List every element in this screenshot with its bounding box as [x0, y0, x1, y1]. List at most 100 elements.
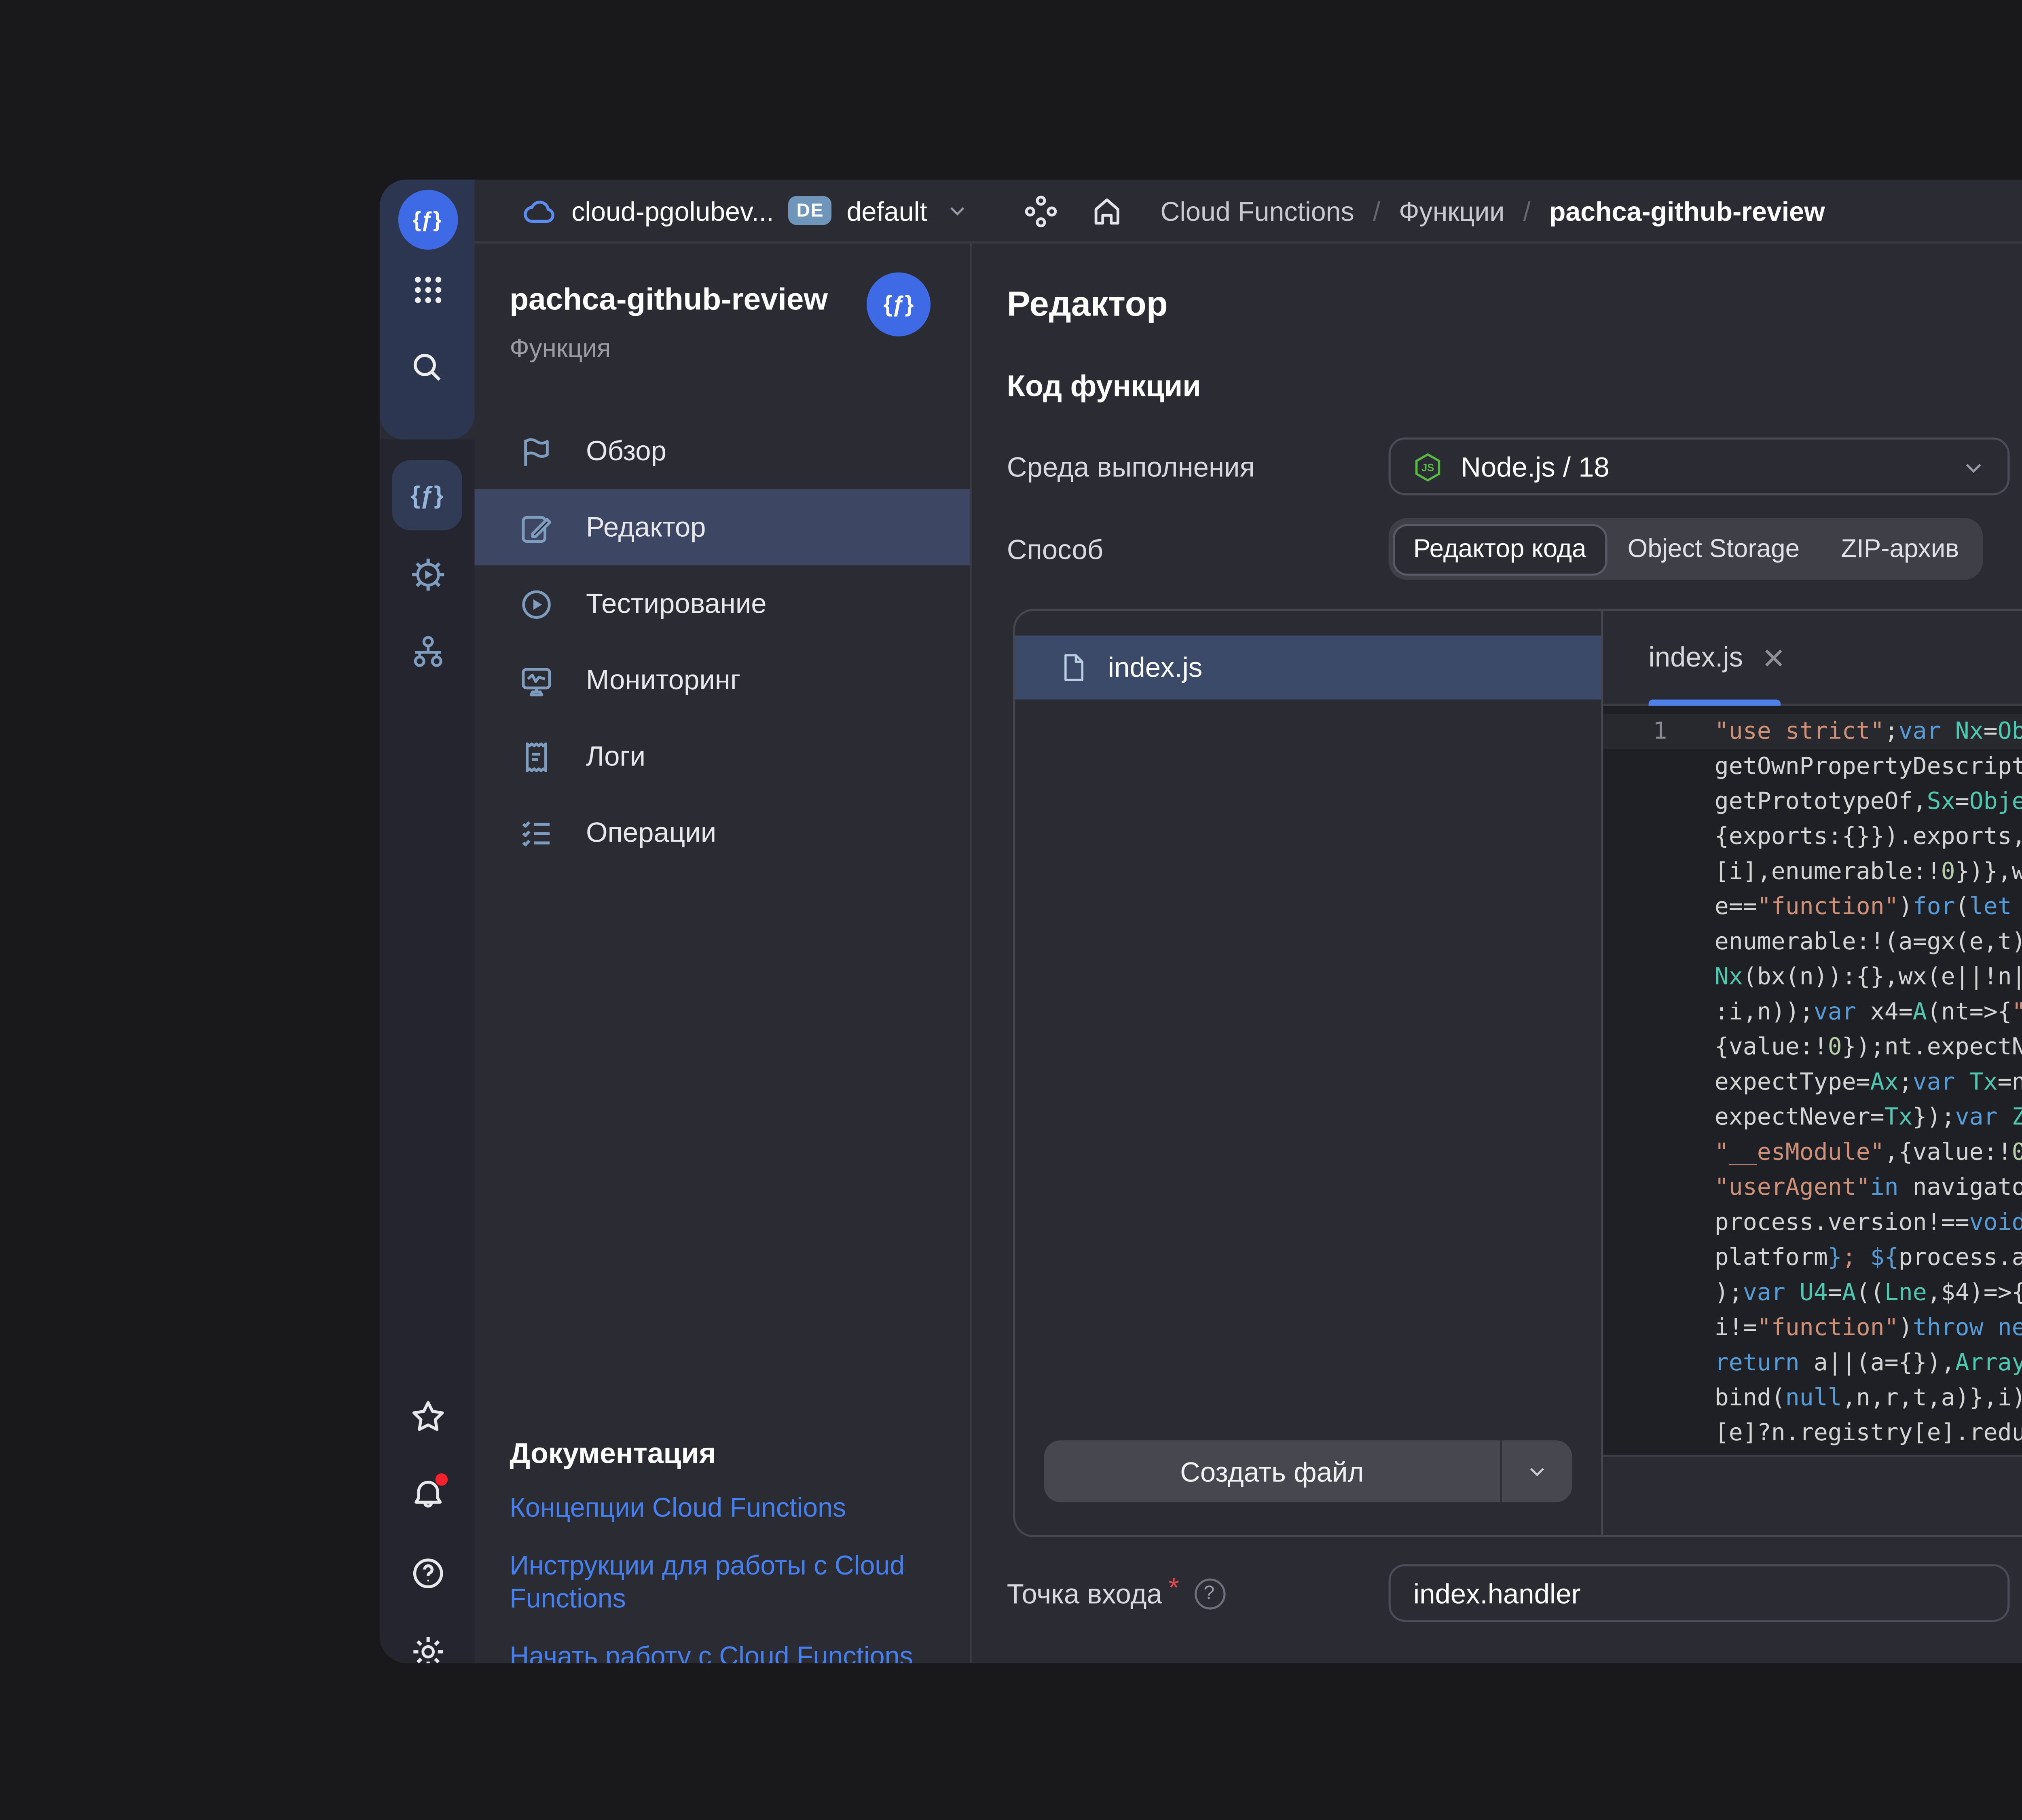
- breadcrumb-item[interactable]: pachca-github-review: [1549, 195, 1825, 226]
- chevron-down-icon: [946, 198, 971, 223]
- monitor-icon: [518, 661, 555, 698]
- sidebar-item-monitoring[interactable]: Мониторинг: [474, 642, 969, 718]
- line-number: [1603, 784, 1715, 819]
- code-panel: index.js Создать файл index.js: [1013, 609, 2022, 1537]
- home-icon[interactable]: [1090, 193, 1125, 228]
- entrypoint-help-icon[interactable]: ?: [1194, 1579, 1225, 1610]
- gear-play-icon: [408, 554, 447, 593]
- method-option[interactable]: Object Storage: [1607, 523, 1821, 575]
- nodejs-icon: JS: [1411, 449, 1445, 484]
- all-services-grid-icon[interactable]: [380, 250, 475, 328]
- flag-icon: [518, 432, 555, 470]
- folder-badge: DE: [788, 196, 832, 225]
- line-number: [1603, 1170, 1715, 1205]
- rail-item-serverless-containers[interactable]: [392, 539, 462, 609]
- code-line: e=="function")for(let t of yx(e))!Sx.cal…: [1603, 889, 2022, 925]
- line-number: [1603, 1310, 1715, 1346]
- receipt-icon: [518, 738, 555, 775]
- tab-label: index.js: [1649, 642, 1743, 673]
- file-icon: [1060, 652, 1087, 683]
- sidebar-item-label: Тестирование: [586, 588, 767, 619]
- entrypoint-label: Точка входа* ?: [1007, 1579, 1225, 1610]
- notifications-bell-icon[interactable]: [380, 1455, 475, 1533]
- code-line: process.version!==void 0?`Node.js/${proc…: [1603, 1205, 2022, 1240]
- line-number: 1: [1603, 714, 1715, 749]
- sidebar-item-operations[interactable]: Операции: [474, 794, 969, 871]
- required-mark: *: [1168, 1572, 1179, 1604]
- code-line: enumerable:!(a=gx(e,t))||a.enumerable});…: [1603, 925, 2022, 960]
- code-editor: index.js ✕ 1"use strict";var Nx=Object.c…: [1603, 611, 2022, 1535]
- line-number: [1603, 819, 1715, 855]
- checklist-icon: [518, 814, 555, 851]
- tab-indexjs[interactable]: index.js ✕: [1603, 611, 1815, 704]
- line-number: [1603, 1205, 1715, 1240]
- doc-link[interactable]: Начать работу с Cloud Functions: [510, 1640, 945, 1663]
- svg-text:JS: JS: [1421, 461, 1434, 473]
- line-number: [1603, 1100, 1715, 1135]
- doc-link[interactable]: Инструкции для работы с Cloud Functions: [510, 1549, 945, 1617]
- screen: cloud-pgolubev... DE default Cloud Funct…: [0, 0, 2022, 1820]
- line-number: [1603, 889, 1715, 925]
- settings-gear-icon[interactable]: [380, 1612, 475, 1663]
- sidebar-item-logs[interactable]: Логи: [474, 718, 969, 795]
- sidebar-item-testing[interactable]: Тестирование: [474, 565, 969, 642]
- line-number: [1603, 749, 1715, 784]
- line-number: [1603, 1030, 1715, 1065]
- sidebar-item-label: Операции: [586, 817, 716, 848]
- favorites-star-icon[interactable]: [380, 1376, 475, 1455]
- breadcrumb-item[interactable]: Функции: [1399, 195, 1504, 226]
- section-title: Код функции: [1007, 371, 1201, 404]
- code-line: platform}; ${process.arch})`:"<environme…: [1603, 1240, 2022, 1275]
- doc-link[interactable]: Концепции Cloud Functions: [510, 1492, 945, 1526]
- sidebar-item-overview[interactable]: Обзор: [474, 413, 969, 489]
- line-number: [1603, 959, 1715, 995]
- code-line: expectType=Ax;var Tx=n=>{throw new TypeE…: [1603, 1065, 2022, 1100]
- chevron-down-icon: [1960, 453, 1987, 480]
- code-line: bind(null,n,r,t,a)},i)():Promise.resolve…: [1603, 1380, 2022, 1416]
- play-icon: [518, 585, 555, 622]
- edit-icon: [518, 509, 555, 546]
- code-line: {exports:{}}).exports,e),e.exports),_x=(…: [1603, 819, 2022, 855]
- code-line: 1"use strict";var Nx=Object.create;var l…: [1603, 714, 2022, 749]
- runtime-label: Среда выполнения: [1007, 452, 1255, 483]
- file-item-indexjs[interactable]: index.js: [1015, 635, 1601, 699]
- close-icon[interactable]: ✕: [1762, 643, 1786, 671]
- method-option[interactable]: ZIP-архив: [1820, 523, 1980, 575]
- create-file-label[interactable]: Создать файл: [1044, 1456, 1500, 1487]
- function-panel: pachca-github-review Функция {ƒ} Обзор Ре…: [474, 243, 969, 1663]
- method-option[interactable]: Редактор кода: [1393, 523, 1607, 575]
- create-file-menu[interactable]: [1502, 1440, 1572, 1502]
- rail-item-functions[interactable]: {ƒ}: [392, 460, 462, 530]
- line-number: [1603, 1416, 1715, 1451]
- line-number: [1603, 995, 1715, 1030]
- runtime-select[interactable]: JS Node.js / 18: [1389, 438, 2010, 495]
- rail-item-workflows[interactable]: [392, 617, 462, 687]
- line-number: [1603, 1135, 1715, 1170]
- file-name: index.js: [1108, 652, 1203, 683]
- documentation-links: Концепции Cloud Functions Инструкции для …: [510, 1492, 945, 1663]
- function-type: Функция: [510, 334, 935, 363]
- sidebar-rail: {ƒ}: [380, 440, 475, 1663]
- line-number: [1603, 1380, 1715, 1416]
- code-line: return a||(a={}),Array.isArray(e)?e.reve…: [1603, 1346, 2022, 1381]
- cloud-icon: [522, 195, 557, 226]
- services-icon[interactable]: [1024, 193, 1060, 228]
- entrypoint-input[interactable]: [1389, 1564, 2010, 1622]
- sidebar-rail-top: {ƒ}: [380, 180, 475, 440]
- line-number: [1603, 1065, 1715, 1100]
- code-line: getOwnPropertyDescriptor;var yx=Object.g…: [1603, 749, 2022, 784]
- help-icon[interactable]: [380, 1533, 475, 1612]
- documentation-title: Документация: [510, 1436, 945, 1469]
- function-header: pachca-github-review Функция {ƒ}: [474, 243, 969, 363]
- code-area[interactable]: 1"use strict";var Nx=Object.create;var l…: [1603, 706, 2022, 1455]
- search-icon[interactable]: [380, 328, 475, 406]
- project-switcher[interactable]: cloud-pgolubev... DE default: [522, 195, 971, 226]
- line-number: [1603, 1346, 1715, 1381]
- sidebar-item-label: Редактор: [586, 512, 706, 543]
- sidebar-item-label: Логи: [586, 741, 645, 772]
- sidebar-item-editor[interactable]: Редактор: [474, 489, 969, 565]
- sidebar-item-label: Обзор: [586, 436, 666, 467]
- page-title: Редактор: [1007, 285, 1168, 326]
- breadcrumb-item[interactable]: Cloud Functions: [1160, 195, 1354, 226]
- cloud-functions-logo[interactable]: {ƒ}: [397, 190, 457, 250]
